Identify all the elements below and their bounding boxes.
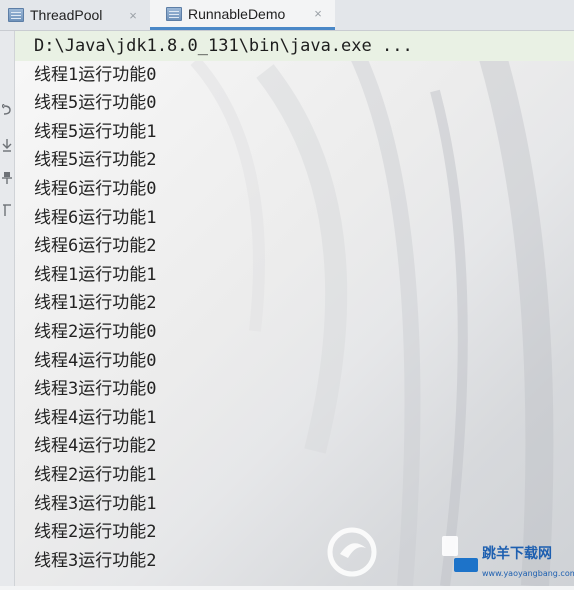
- output-line: 线程4运行功能1: [34, 408, 157, 428]
- print-icon-glyph: [3, 204, 11, 216]
- output-line: 线程6运行功能1: [34, 208, 157, 228]
- output-line: 线程3运行功能1: [34, 494, 157, 514]
- run-command-text: D:\Java\jdk1.8.0_131\bin\java.exe ...: [34, 36, 413, 56]
- output-line: 线程3运行功能2: [34, 551, 157, 571]
- pin-icon[interactable]: [0, 171, 14, 187]
- java-file-icon: [166, 6, 182, 21]
- console-output[interactable]: D:\Java\jdk1.8.0_131\bin\java.exe ... 线程…: [15, 31, 574, 586]
- output-line: 线程1运行功能2: [34, 293, 157, 313]
- output-line: 线程5运行功能0: [34, 93, 157, 113]
- java-file-icon: [8, 8, 24, 22]
- output-line: 线程6运行功能2: [34, 236, 157, 256]
- output-line: 线程4运行功能2: [34, 436, 157, 456]
- scroll-to-end-icon-glyph: [2, 139, 12, 152]
- pin-icon-glyph: [2, 172, 12, 184]
- output-line: 线程4运行功能0: [34, 351, 157, 371]
- console-toolbar: [0, 31, 15, 586]
- output-line: 线程2运行功能2: [34, 522, 157, 542]
- run-command-line: D:\Java\jdk1.8.0_131\bin\java.exe ...: [15, 31, 574, 61]
- rerun-icon[interactable]: [0, 103, 14, 120]
- output-line: 线程1运行功能0: [34, 65, 157, 85]
- output-line: 线程1运行功能1: [34, 265, 157, 285]
- output-line: 线程3运行功能0: [34, 379, 157, 399]
- scroll-to-end-icon[interactable]: [0, 138, 14, 154]
- tab-label: ThreadPool: [30, 7, 103, 23]
- tab-threadpool[interactable]: ThreadPool ×: [0, 0, 150, 30]
- output-line: 线程5运行功能1: [34, 122, 157, 142]
- close-icon[interactable]: ×: [311, 6, 325, 21]
- tab-runnabledemo[interactable]: RunnableDemo ×: [150, 0, 335, 30]
- output-line: 线程6运行功能0: [34, 179, 157, 199]
- print-icon[interactable]: [0, 203, 14, 219]
- tab-label: RunnableDemo: [188, 5, 286, 22]
- output-line: 线程5运行功能2: [34, 150, 157, 170]
- output-line: 线程2运行功能1: [34, 465, 157, 485]
- rerun-icon-glyph: [1, 103, 11, 115]
- close-icon[interactable]: ×: [126, 8, 140, 23]
- editor-tab-bar: ThreadPool × RunnableDemo ×: [0, 0, 574, 31]
- output-line: 线程2运行功能0: [34, 322, 157, 342]
